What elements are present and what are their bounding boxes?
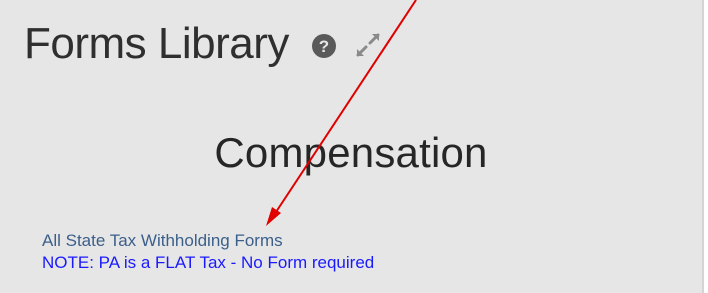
svg-text:?: ? <box>319 37 329 56</box>
panel-header: Forms Library ? <box>24 22 383 66</box>
page-title: Forms Library <box>24 19 289 68</box>
forms-list: All State Tax Withholding Forms NOTE: PA… <box>42 230 374 274</box>
expand-icon[interactable] <box>353 30 383 60</box>
section-title: Compensation <box>214 129 488 176</box>
pa-flat-tax-note: NOTE: PA is a FLAT Tax - No Form require… <box>42 253 375 272</box>
forms-library-panel: Forms Library ? Compensation All State T… <box>0 0 704 293</box>
state-tax-withholding-forms-link[interactable]: All State Tax Withholding Forms <box>42 230 374 252</box>
help-icon[interactable]: ? <box>311 33 337 59</box>
